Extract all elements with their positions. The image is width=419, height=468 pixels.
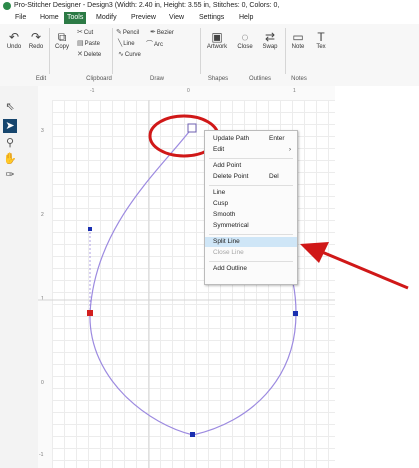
menu-item-add-point[interactable]: Add Point [205, 161, 297, 171]
menu-item-label: Add Point [213, 162, 242, 169]
menu-item-cusp[interactable]: Cusp [205, 199, 297, 209]
chevron-right-icon: › [289, 147, 291, 153]
menu-item-label: Delete Point [213, 173, 249, 180]
menu-item-smooth[interactable]: Smooth [205, 210, 297, 220]
menu-item-add-outline[interactable]: Add Outline [205, 264, 297, 274]
menu-item-symmetrical[interactable]: Symmetrical [205, 221, 297, 231]
menu-item-label: Add Outline [213, 265, 247, 272]
menu-item-shortcut: Del [269, 173, 279, 180]
menu-item-line[interactable]: Line [205, 188, 297, 198]
menu-item-label: Split Line [213, 238, 240, 245]
menu-item-update-path[interactable]: Update Path Enter [205, 134, 297, 144]
menu-item-label: Edit [213, 146, 225, 153]
menu-item-label: Close Line [213, 249, 244, 256]
menu-item-label: Line [213, 189, 226, 196]
bottom-node[interactable] [190, 432, 195, 437]
menu-item-label: Update Path [213, 135, 250, 142]
menu-item-label: Symmetrical [213, 222, 249, 229]
menu-item-edit[interactable]: Edit › [205, 145, 297, 155]
menu-item-shortcut: Enter [269, 135, 285, 142]
menu-item-delete-point[interactable]: Delete Point Del [205, 172, 297, 182]
start-node[interactable] [87, 310, 93, 316]
menu-item-split-line[interactable]: Split Line [205, 237, 297, 247]
selected-node[interactable] [187, 123, 197, 133]
right-node[interactable] [293, 311, 298, 316]
menu-item-label: Cusp [213, 200, 229, 207]
context-menu: Update Path Enter Edit › Add Point Delet… [204, 130, 298, 285]
red-arrow-pointer [321, 250, 409, 290]
handle-node[interactable] [88, 227, 92, 231]
menu-item-label: Smooth [213, 211, 236, 218]
menu-item-close-line: Close Line [205, 248, 297, 258]
